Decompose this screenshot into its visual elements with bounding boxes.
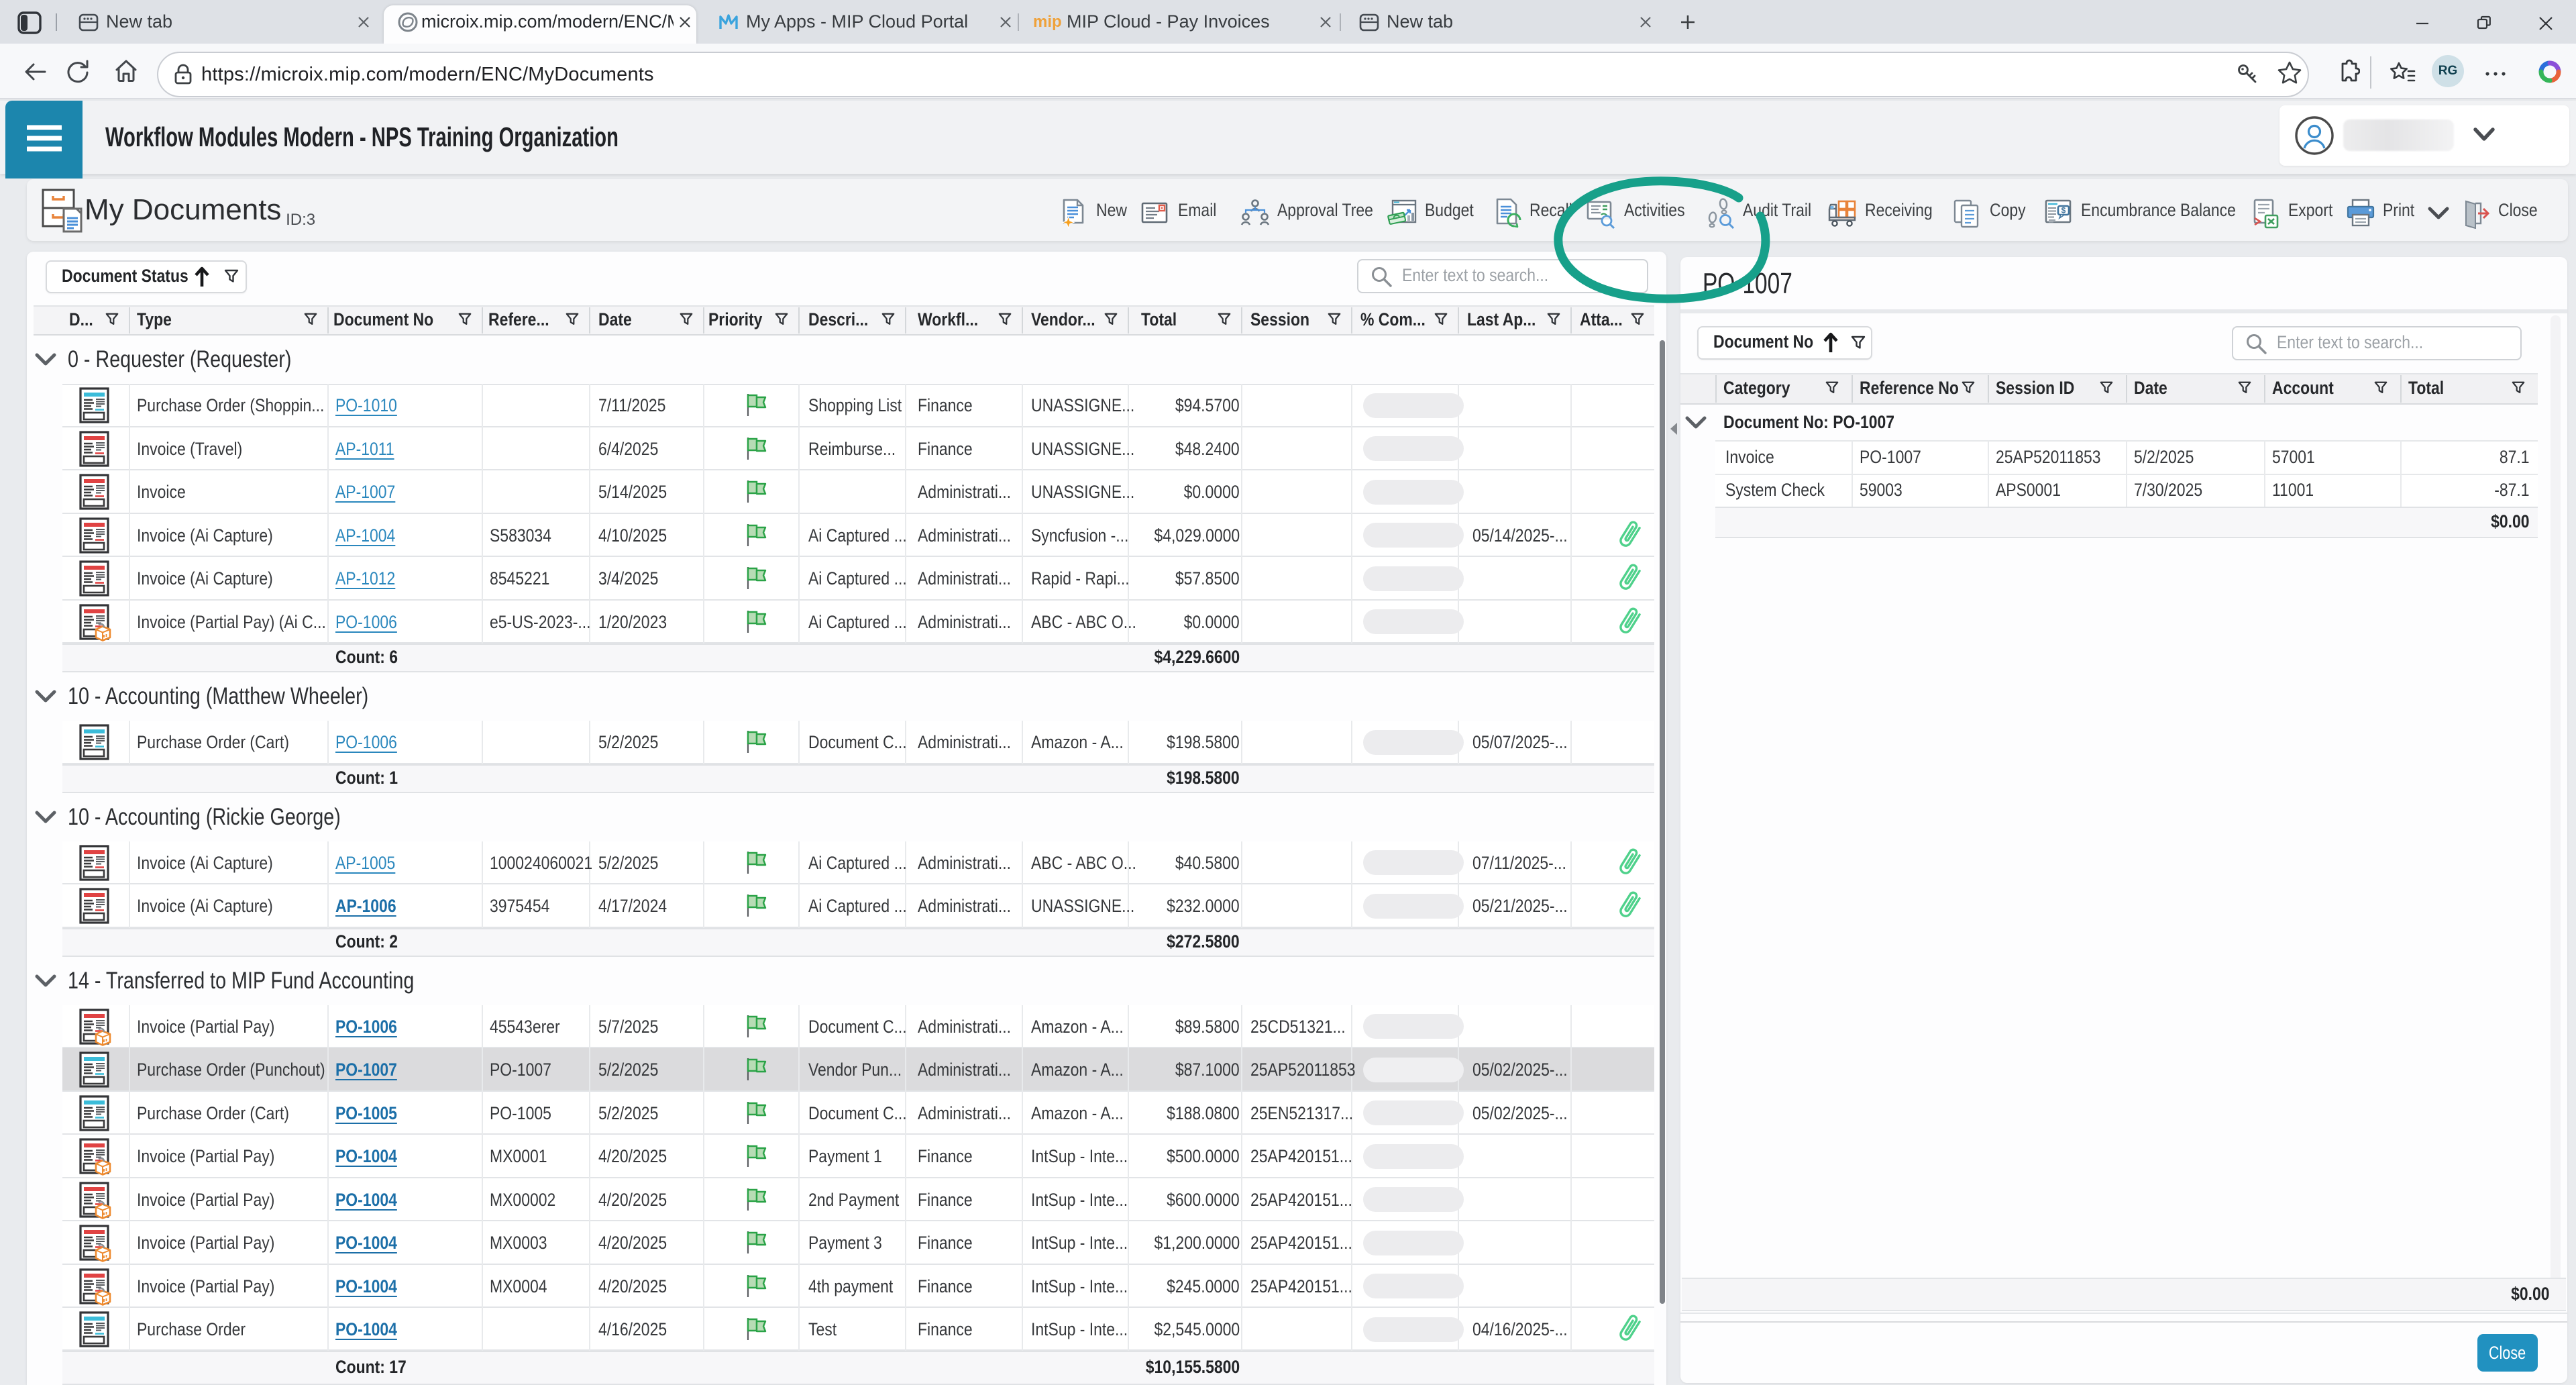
svg-text:$: $ [2061, 206, 2066, 215]
